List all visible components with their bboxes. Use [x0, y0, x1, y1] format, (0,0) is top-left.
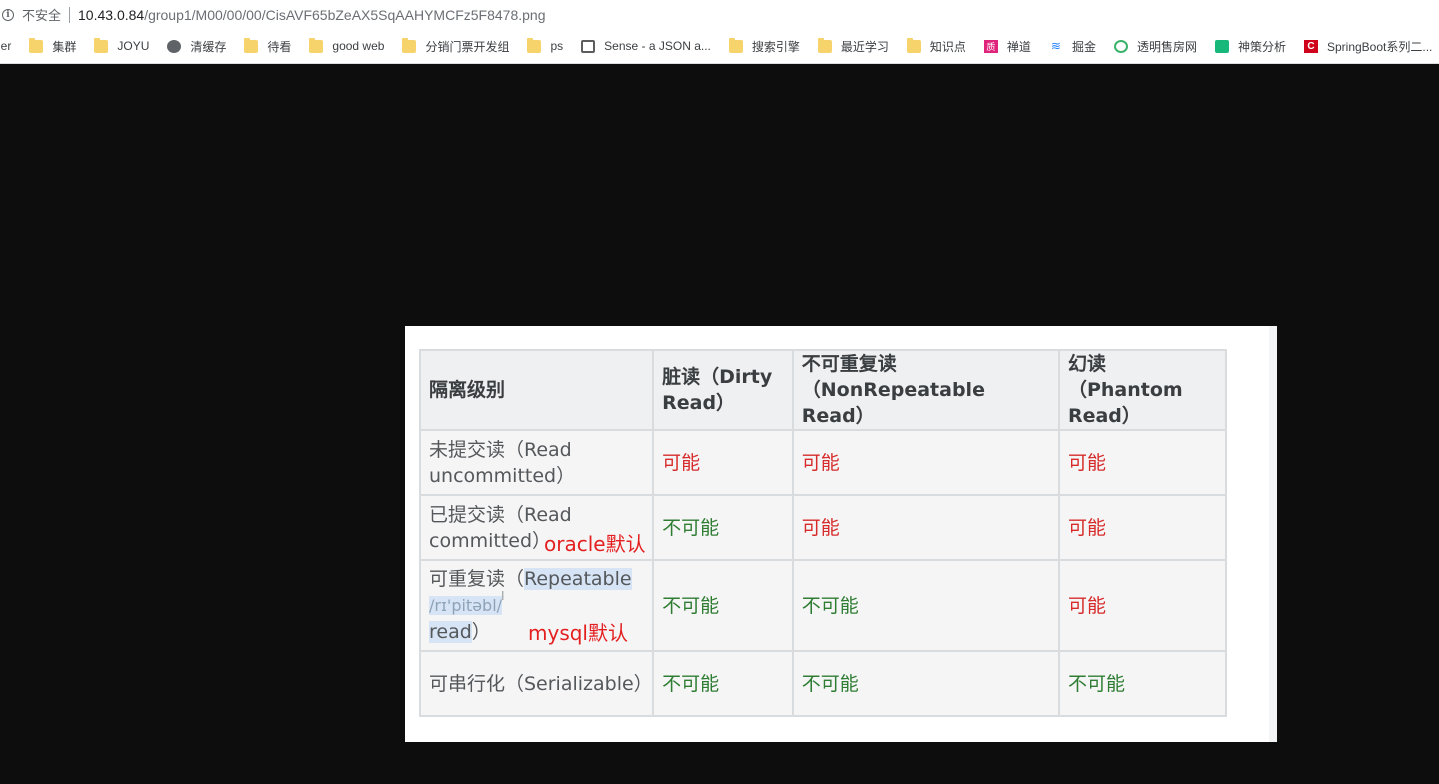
level-cell: 已提交读（Read committed） oracle默认 — [418, 494, 655, 561]
image-content: 隔离级别 脏读（Dirty Read） 不可重复读（NonRepeatable … — [405, 326, 1277, 742]
bookmark-item[interactable]: ner — [0, 39, 11, 53]
level-cell: 可串行化（Serializable） — [418, 650, 655, 717]
bookmark-folder-待看[interactable]: 待看 — [244, 37, 292, 55]
bookmark-folder-分销[interactable]: 分销门票开发组 — [402, 37, 510, 55]
header-phantom-read: 幻读（Phantom Read） — [1057, 349, 1228, 431]
folder-icon — [817, 37, 832, 53]
isolation-level-table: 隔离级别 脏读（Dirty Read） 不可重复读（NonRepeatable … — [418, 349, 1228, 717]
table-row: 可串行化（Serializable） 不可能 不可能 不可能 — [418, 650, 1228, 717]
folder-icon — [402, 37, 417, 53]
folder-icon — [527, 37, 542, 53]
address-bar[interactable]: i 不安全 10.43.0.84/group1/M00/00/00/CisAVF… — [0, 0, 1439, 29]
tmsf-icon — [1113, 39, 1128, 53]
oracle-default-note: oracle默认 — [544, 532, 646, 556]
mysql-default-note: mysql默认 — [528, 621, 628, 645]
phantom-cell: 可能 — [1057, 494, 1228, 561]
bookmark-folder-good-web[interactable]: good web — [309, 37, 385, 53]
dirty-cell: 不可能 — [652, 559, 794, 652]
bookmark-label: 禅道 — [1006, 39, 1031, 54]
bookmark-label: JOYU — [117, 39, 150, 53]
phantom-cell: 可能 — [1057, 559, 1228, 652]
phonetic-text: /rɪ'pitəbl/ — [429, 596, 503, 615]
bookmark-label: 集群 — [52, 39, 77, 54]
text-cursor-icon: I — [501, 589, 505, 603]
table-row: 未提交读（Read uncommitted） 可能 可能 可能 — [418, 429, 1228, 496]
dirty-cell: 不可能 — [652, 650, 794, 717]
bookmark-label: ner — [0, 39, 12, 53]
table-header-row: 隔离级别 脏读（Dirty Read） 不可重复读（NonRepeatable … — [418, 349, 1228, 431]
bookmark-label: 最近学习 — [840, 39, 889, 54]
nonrepeat-cell: 不可能 — [791, 650, 1060, 717]
folder-icon — [244, 37, 259, 53]
bookmarks-bar: ner 集群 JOYU 清缓存 待看 good web 分销门票开发组 ps S… — [0, 29, 1439, 64]
selected-text: Repeatable — [524, 568, 632, 590]
bookmark-label: ps — [550, 39, 564, 53]
header-isolation-level: 隔离级别 — [418, 349, 655, 431]
bookmark-label: 分销门票开发组 — [425, 39, 510, 54]
bookmark-folder-知识点[interactable]: 知识点 — [906, 37, 966, 55]
security-label[interactable]: 不安全 — [22, 5, 61, 24]
folder-icon — [29, 37, 44, 53]
bookmark-label: 待看 — [267, 39, 292, 54]
url-path[interactable]: /group1/M00/00/00/CisAVF65bZeAX5SqAAHYMC… — [144, 7, 545, 23]
folder-icon — [309, 37, 324, 53]
dirty-cell: 不可能 — [652, 494, 794, 561]
level-prefix: 可重复读（ — [429, 568, 525, 590]
bookmark-shence[interactable]: 神策分析 — [1214, 38, 1286, 55]
bookmark-folder-搜索引擎[interactable]: 搜索引擎 — [728, 37, 800, 55]
bookmark-label: Sense - a JSON a... — [604, 39, 711, 53]
folder-icon — [728, 37, 743, 53]
header-dirty-read: 脏读（Dirty Read） — [652, 349, 794, 431]
bookmark-label: 掘金 — [1071, 39, 1096, 54]
bookmark-folder-ps[interactable]: ps — [527, 37, 564, 53]
bookmark-sense[interactable]: Sense - a JSON a... — [581, 39, 711, 53]
phantom-cell: 可能 — [1057, 429, 1228, 496]
nonrepeat-cell: 可能 — [791, 429, 1060, 496]
sense-icon — [581, 39, 596, 53]
juejin-icon: ≋ — [1050, 39, 1061, 53]
table-row: 已提交读（Read committed） oracle默认 不可能 可能 可能 — [418, 494, 1228, 561]
globe-icon — [167, 39, 182, 53]
folder-icon — [906, 37, 921, 53]
divider — [69, 6, 71, 23]
info-icon[interactable]: i — [2, 8, 14, 21]
dirty-cell: 可能 — [652, 429, 794, 496]
url-host[interactable]: 10.43.0.84 — [78, 7, 144, 23]
phantom-cell: 不可能 — [1057, 650, 1228, 717]
bookmark-juejin[interactable]: ≋ 掘金 — [1049, 38, 1096, 55]
bookmark-folder-最近学习[interactable]: 最近学习 — [817, 37, 889, 55]
bookmark-label: 搜索引擎 — [751, 39, 800, 54]
bookmark-folder-集群[interactable]: 集群 — [29, 37, 77, 55]
level-cell: 可重复读（Repeatable /rɪ'pitəbl/ read） I mysq… — [418, 559, 655, 652]
nonrepeat-cell: 不可能 — [791, 559, 1060, 652]
selected-text: read — [429, 621, 472, 643]
bookmark-label: SpringBoot系列二... — [1326, 39, 1433, 54]
nonrepeat-cell: 可能 — [791, 494, 1060, 561]
bookmark-label: 清缓存 — [190, 39, 227, 54]
bookmark-label: 神策分析 — [1237, 39, 1286, 54]
shence-icon — [1214, 39, 1229, 53]
bookmark-label: good web — [332, 39, 385, 53]
zentao-icon: 质 — [983, 39, 998, 53]
table-row: 可重复读（Repeatable /rɪ'pitəbl/ read） I mysq… — [418, 559, 1228, 652]
level-suffix: ） — [471, 621, 491, 643]
bookmark-label: 透明售房网 — [1136, 39, 1197, 54]
header-nonrepeatable-read: 不可重复读（NonRepeatable Read） — [791, 349, 1060, 431]
bookmark-folder-joyu[interactable]: JOYU — [94, 37, 150, 53]
bookmark-springboot[interactable]: C SpringBoot系列二... — [1303, 38, 1433, 55]
bookmark-zentao[interactable]: 质禅道 — [983, 38, 1031, 55]
bookmark-tmsf[interactable]: 透明售房网 — [1113, 38, 1197, 55]
folder-icon — [94, 37, 109, 53]
springboot-icon: C — [1303, 39, 1318, 53]
level-cell: 未提交读（Read uncommitted） — [418, 429, 655, 496]
bookmark-label: 知识点 — [929, 39, 966, 54]
image-edge — [1269, 326, 1277, 742]
bookmark-clear-cache[interactable]: 清缓存 — [167, 38, 226, 55]
